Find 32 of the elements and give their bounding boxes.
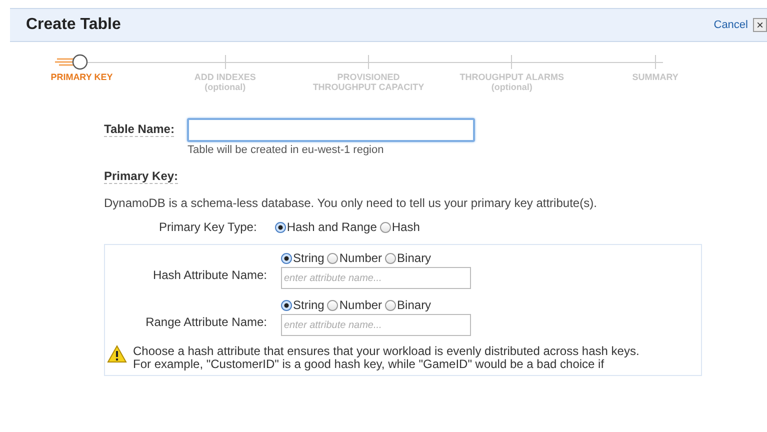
warning-icon xyxy=(107,345,127,363)
step-sublabel: (optional) xyxy=(204,82,246,92)
step-label: PRIMARY KEY xyxy=(50,72,113,82)
radio-option[interactable]: Number xyxy=(327,298,382,312)
step-sublabel: THROUGHPUT CAPACITY xyxy=(312,82,424,92)
radio-option[interactable]: Binary xyxy=(385,298,432,312)
radio-option[interactable]: Hash and Range xyxy=(274,220,377,234)
attribute-name-field[interactable]: enter attribute name... xyxy=(281,267,471,289)
primary-key-heading: Primary Key: xyxy=(104,165,178,184)
window-title: Create Table xyxy=(26,16,121,34)
attribute-name-label: Hash Attribute Name: xyxy=(152,268,267,284)
radio-option[interactable]: String xyxy=(281,251,324,265)
cancel-link[interactable]: Cancel xyxy=(714,19,748,31)
primary-key-type-label: Primary Key Type: xyxy=(159,220,257,234)
table-name-field[interactable] xyxy=(187,118,476,142)
radio-option[interactable]: Hash xyxy=(380,220,420,234)
warning-text: Choose a hash attribute that ensures that your workload is evenly distributed across hash keys. xyxy=(133,345,640,358)
step-label: ADD INDEXES xyxy=(194,72,256,82)
radio-option[interactable]: Number xyxy=(327,251,382,265)
step-label: SUMMARY xyxy=(632,72,678,82)
step-label: PROVISIONED xyxy=(337,72,400,82)
attribute-name-label: Range Attribute Name: xyxy=(144,315,267,331)
step-label: THROUGHPUT ALARMS xyxy=(460,72,564,82)
close-button[interactable]: × xyxy=(753,18,767,32)
radio-option[interactable]: Binary xyxy=(385,251,432,265)
description-text: DynamoDB is a schema-less database. You only need to tell us your primary key attribute(s). xyxy=(104,196,598,210)
radio-option[interactable]: String xyxy=(281,298,324,312)
step-sublabel: (optional) xyxy=(491,82,532,92)
example-text: For example, "CustomerID" is a good hash key, while "GameID" would be a bad choice if xyxy=(133,358,606,371)
table-name-label: Table Name: xyxy=(104,118,174,137)
attribute-name-field[interactable]: enter attribute name... xyxy=(281,314,471,336)
region-hint: Table will be created in eu-west-1 region xyxy=(187,144,385,156)
